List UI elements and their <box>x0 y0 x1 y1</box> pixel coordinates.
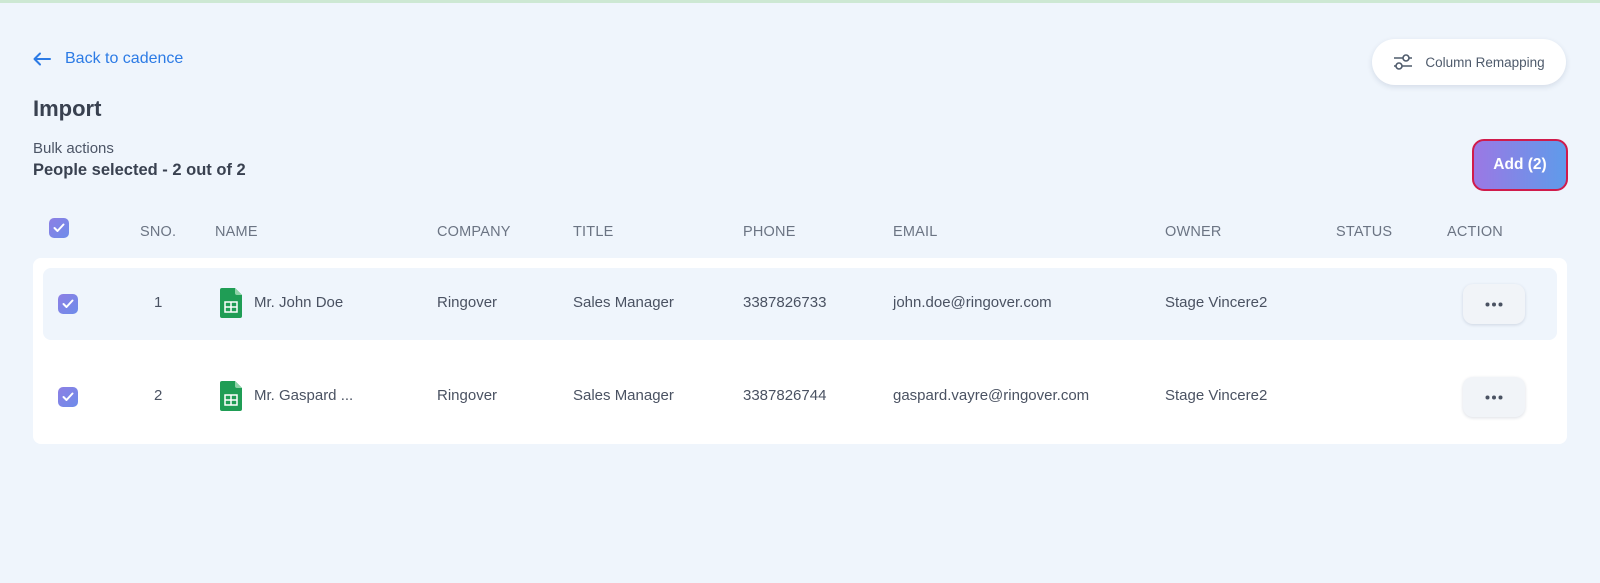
people-selected-count: People selected - 2 out of 2 <box>33 161 246 179</box>
header-name[interactable]: NAME <box>215 224 258 240</box>
top-accent-line <box>0 0 1600 3</box>
table-header: SNO. NAME COMPANY TITLE PHONE EMAIL OWNE… <box>33 210 1567 255</box>
header-action: ACTION <box>1447 224 1503 240</box>
bulk-actions-label: Bulk actions <box>33 140 114 157</box>
table-row[interactable]: 1 Mr. John Doe Ringover Sales Manager 33… <box>43 268 1557 340</box>
check-icon <box>53 223 65 232</box>
check-icon <box>62 392 74 401</box>
row-sno: 1 <box>154 294 163 311</box>
sliders-icon <box>1394 54 1413 70</box>
row-company: Ringover <box>437 387 498 404</box>
arrow-left-icon <box>33 52 51 66</box>
header-owner[interactable]: OWNER <box>1165 224 1222 240</box>
row-name[interactable]: Mr. Gaspard ... <box>254 387 353 404</box>
header-email[interactable]: EMAIL <box>893 224 938 240</box>
row-phone: 3387826733 <box>743 294 827 311</box>
more-dots-icon <box>1485 395 1503 399</box>
row-action-button[interactable] <box>1463 284 1525 324</box>
select-all-checkbox[interactable] <box>49 218 69 238</box>
column-remapping-button[interactable]: Column Remapping <box>1372 39 1566 85</box>
row-email: john.doe@ringover.com <box>893 294 1052 311</box>
page-title: Import <box>33 96 102 121</box>
column-remapping-label: Column Remapping <box>1425 54 1545 70</box>
google-sheets-icon <box>220 381 242 411</box>
table-row[interactable]: 2 Mr. Gaspard ... Ringover Sales Manager… <box>43 361 1557 433</box>
header-sno[interactable]: SNO. <box>140 224 176 240</box>
row-owner: Stage Vincere2 <box>1165 294 1268 311</box>
header-status[interactable]: STATUS <box>1336 224 1392 240</box>
lead-table: 1 Mr. John Doe Ringover Sales Manager 33… <box>33 258 1567 444</box>
row-checkbox[interactable] <box>58 387 78 407</box>
row-title: Sales Manager <box>573 387 674 404</box>
row-name[interactable]: Mr. John Doe <box>254 294 343 311</box>
add-button[interactable]: Add (2) <box>1472 139 1568 191</box>
check-icon <box>62 299 74 308</box>
back-to-cadence-link[interactable]: Back to cadence <box>33 50 183 68</box>
row-action-button[interactable] <box>1463 377 1525 417</box>
row-title: Sales Manager <box>573 294 674 311</box>
row-phone: 3387826744 <box>743 387 827 404</box>
header-title[interactable]: TITLE <box>573 224 613 240</box>
row-owner: Stage Vincere2 <box>1165 387 1268 404</box>
google-sheets-icon <box>220 288 242 318</box>
row-email: gaspard.vayre@ringover.com <box>893 387 1090 404</box>
header-phone[interactable]: PHONE <box>743 224 796 240</box>
row-checkbox[interactable] <box>58 294 78 314</box>
row-sno: 2 <box>154 387 163 404</box>
back-link-label: Back to cadence <box>65 50 184 67</box>
row-company: Ringover <box>437 294 498 311</box>
header-company[interactable]: COMPANY <box>437 224 511 240</box>
more-dots-icon <box>1485 302 1503 306</box>
